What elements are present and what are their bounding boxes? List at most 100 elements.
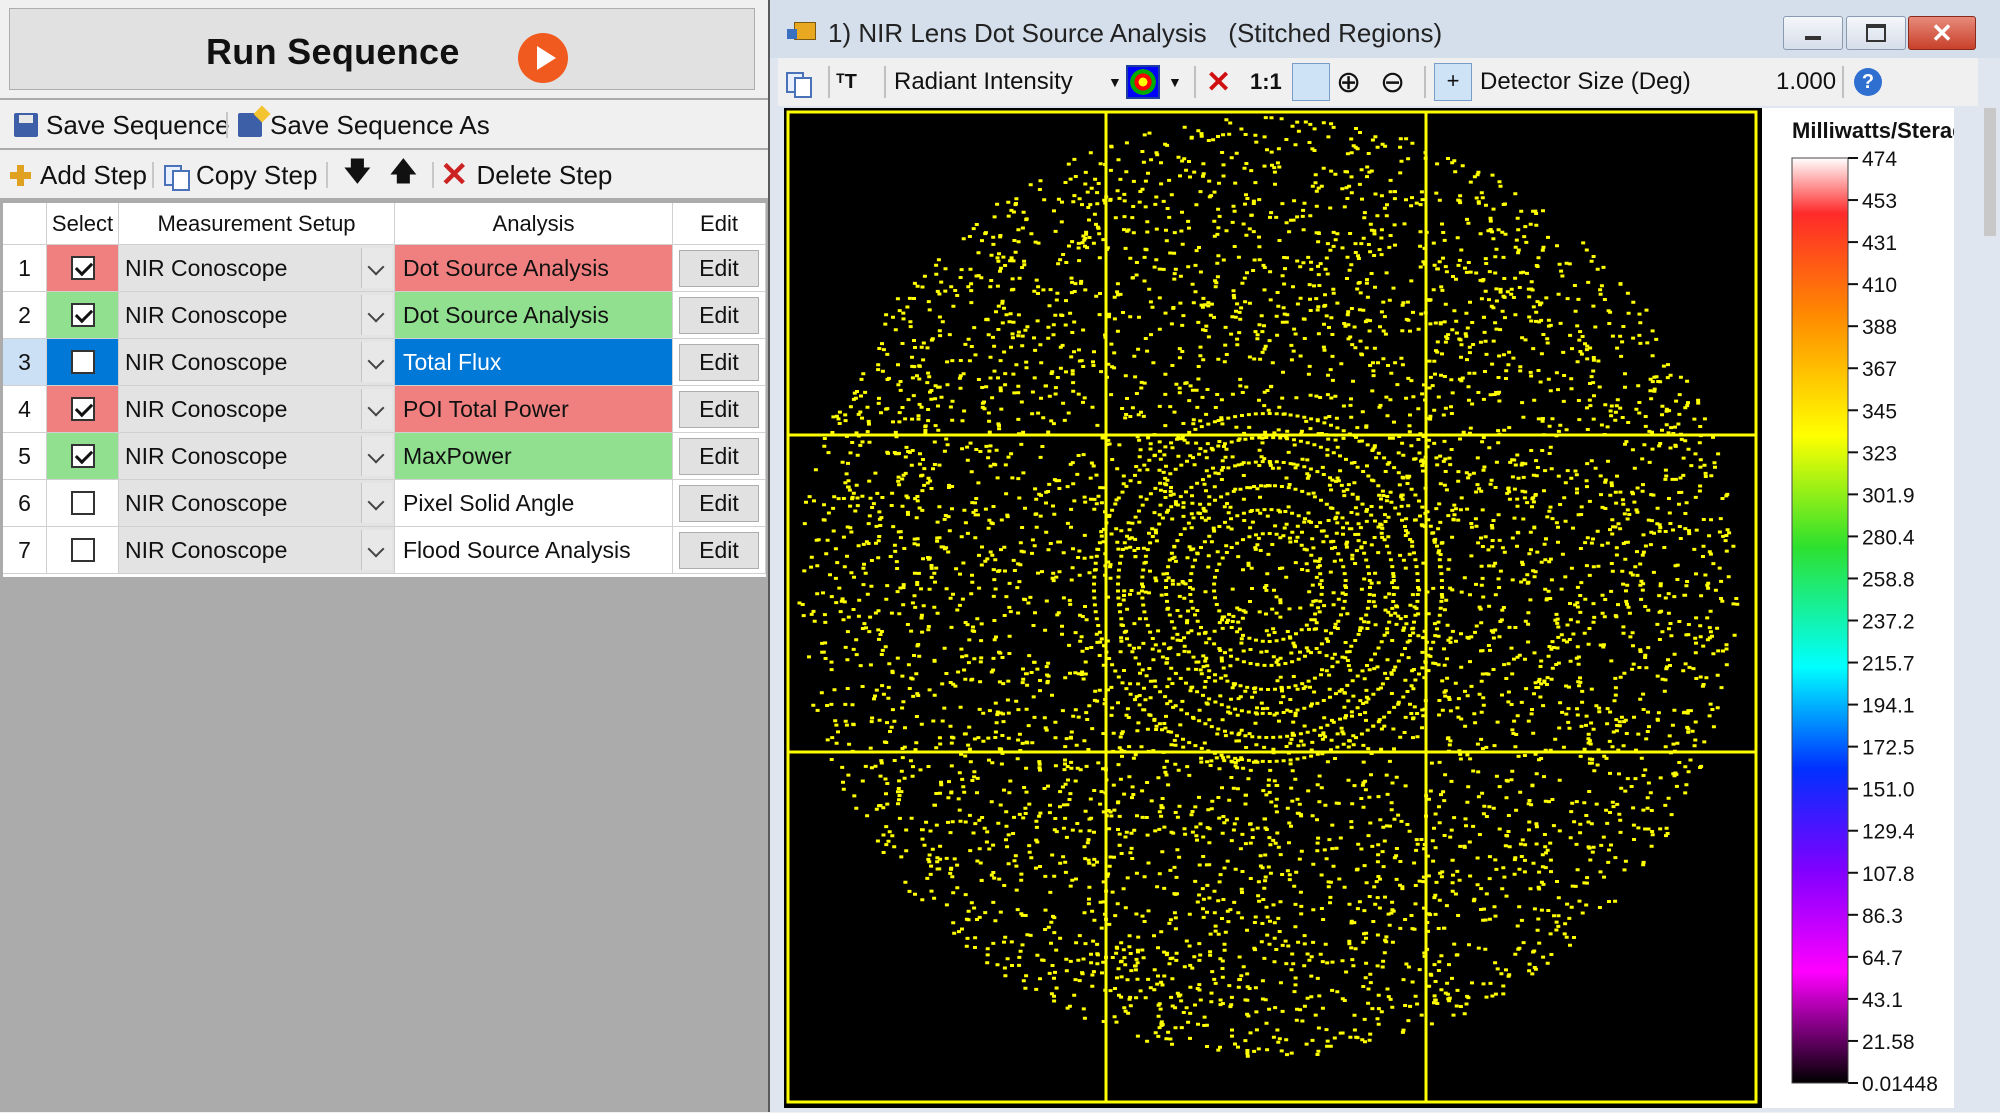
- colorbar-tick-label: 301.9: [1862, 484, 1915, 507]
- chevron-down-icon[interactable]: [361, 248, 392, 288]
- setup-column-header[interactable]: Measurement Setup: [119, 203, 395, 245]
- copy-step-button[interactable]: Copy Step: [164, 160, 317, 191]
- analysis-cell[interactable]: MaxPower: [395, 433, 673, 480]
- zoom-one-to-one-button[interactable]: 1:1: [1250, 64, 1282, 100]
- clear-overlay-button[interactable]: ✕: [1206, 64, 1231, 100]
- analysis-cell[interactable]: Flood Source Analysis: [395, 527, 673, 574]
- save-sequence-as-button[interactable]: Save Sequence As: [238, 110, 490, 140]
- save-sequence-button[interactable]: Save Sequence: [14, 110, 230, 140]
- measurement-setup-combo[interactable]: NIR Conoscope: [119, 386, 395, 433]
- select-cell[interactable]: [47, 433, 119, 480]
- table-row[interactable]: 4 NIR Conoscope POI Total Power Edit: [3, 386, 766, 433]
- annotate-button[interactable]: ᵀT: [836, 64, 857, 100]
- table-row[interactable]: 1 NIR Conoscope Dot Source Analysis Edit: [3, 245, 766, 292]
- detector-size-input[interactable]: 1.000: [1776, 64, 1836, 100]
- edit-button[interactable]: Edit: [679, 249, 759, 287]
- chevron-down-icon[interactable]: [361, 342, 392, 382]
- select-checkbox[interactable]: [70, 444, 95, 468]
- select-cell[interactable]: [47, 386, 119, 433]
- select-checkbox[interactable]: [70, 538, 95, 562]
- select-cell[interactable]: [47, 292, 119, 339]
- analysis-cell[interactable]: Pixel Solid Angle: [395, 480, 673, 527]
- row-number-header: [3, 203, 47, 245]
- chevron-down-icon[interactable]: [361, 530, 392, 570]
- edit-button[interactable]: Edit: [679, 531, 759, 569]
- window-titlebar[interactable]: 1) NIR Lens Dot Source Analysis (Stitche…: [770, 0, 2000, 58]
- analysis-cell[interactable]: Dot Source Analysis: [395, 245, 673, 292]
- run-sequence-button[interactable]: Run Sequence: [9, 8, 755, 90]
- chevron-down-icon[interactable]: [361, 389, 392, 429]
- row-number: 4: [3, 386, 47, 433]
- help-button[interactable]: ?: [1854, 64, 1882, 100]
- select-cell[interactable]: [47, 527, 119, 574]
- select-checkbox[interactable]: [70, 350, 95, 374]
- select-cell[interactable]: [47, 339, 119, 386]
- move-down-button[interactable]: 🡇: [344, 156, 371, 190]
- chevron-down-icon[interactable]: [361, 436, 392, 476]
- fit-image-button[interactable]: [1292, 63, 1330, 101]
- select-column-header[interactable]: Select: [47, 203, 119, 245]
- edit-button[interactable]: Edit: [679, 484, 759, 522]
- chevron-down-icon[interactable]: [361, 295, 392, 335]
- move-up-button[interactable]: 🡅: [390, 156, 417, 190]
- display-mode-value: Radiant Intensity: [894, 68, 1073, 95]
- chevron-down-icon[interactable]: [361, 483, 392, 523]
- analysis-cell[interactable]: POI Total Power: [395, 386, 673, 433]
- row-number: 7: [3, 527, 47, 574]
- crosshair-button[interactable]: +: [1434, 63, 1472, 101]
- table-row[interactable]: 7 NIR Conoscope Flood Source Analysis Edit: [3, 527, 766, 574]
- analysis-column-header[interactable]: Analysis: [395, 203, 673, 245]
- select-checkbox[interactable]: [70, 491, 95, 515]
- select-checkbox[interactable]: [70, 303, 95, 327]
- edit-button[interactable]: Edit: [679, 390, 759, 428]
- edit-column-header[interactable]: Edit: [673, 203, 766, 245]
- display-mode-select[interactable]: Radiant Intensity: [894, 64, 1094, 100]
- measurement-setup-combo[interactable]: NIR Conoscope: [119, 433, 395, 480]
- dot-field: [797, 116, 1740, 1058]
- colorbar: [1791, 157, 1849, 1084]
- measurement-setup-combo[interactable]: NIR Conoscope: [119, 339, 395, 386]
- delete-step-button[interactable]: ✕ Delete Step: [440, 156, 613, 194]
- edit-button[interactable]: Edit: [679, 343, 759, 381]
- colorbar-tick-label: 431: [1862, 232, 1897, 255]
- measurement-setup-combo[interactable]: NIR Conoscope: [119, 527, 395, 574]
- edit-button[interactable]: Edit: [679, 296, 759, 334]
- intensity-image-view[interactable]: Milliwatts/Steradian 474 453 431 410 388 367 34…: [784, 108, 1954, 1108]
- table-row[interactable]: 2 NIR Conoscope Dot Source Analysis Edit: [3, 292, 766, 339]
- sequence-toolbar: Save Sequence Save Sequence As: [0, 100, 768, 148]
- add-step-button[interactable]: Add Step: [8, 160, 147, 190]
- colorbar-tick-label: 280.4: [1862, 526, 1915, 549]
- measurement-setup-combo[interactable]: NIR Conoscope: [119, 292, 395, 339]
- maximize-button[interactable]: [1846, 16, 1906, 50]
- sequence-panel: Run Sequence Save Sequence Save Sequence…: [0, 0, 768, 1112]
- close-button[interactable]: ✕: [1908, 16, 1976, 50]
- vertical-scrollbar[interactable]: [1984, 108, 1996, 236]
- delete-step-label: Delete Step: [476, 159, 613, 190]
- select-cell[interactable]: [47, 480, 119, 527]
- edit-button[interactable]: Edit: [679, 437, 759, 475]
- table-row[interactable]: 6 NIR Conoscope Pixel Solid Angle Edit: [3, 480, 766, 527]
- analysis-cell[interactable]: Total Flux: [395, 339, 673, 386]
- table-row[interactable]: 3 NIR Conoscope Total Flux Edit: [3, 339, 766, 386]
- colorbar-tick-label: 129.4: [1862, 821, 1915, 844]
- zoom-in-button[interactable]: ⊕: [1336, 64, 1361, 100]
- select-cell[interactable]: [47, 245, 119, 292]
- select-checkbox[interactable]: [70, 397, 95, 421]
- color-palette-button[interactable]: [1126, 64, 1160, 100]
- intensity-plot: Milliwatts/Steradian 474 453 431 410 388 367 34…: [786, 108, 1954, 1108]
- select-checkbox[interactable]: [70, 256, 95, 280]
- measurement-setup-combo[interactable]: NIR Conoscope: [119, 245, 395, 292]
- zoom-out-button[interactable]: ⊖: [1380, 64, 1405, 100]
- measurement-setup-combo[interactable]: NIR Conoscope: [119, 480, 395, 527]
- palette-dropdown[interactable]: ▼: [1168, 64, 1182, 100]
- chevron-down-icon[interactable]: ▼: [1108, 64, 1122, 100]
- minimize-button[interactable]: [1783, 16, 1843, 50]
- colorbar-tick-label: 453: [1862, 190, 1897, 213]
- analysis-cell[interactable]: Dot Source Analysis: [395, 292, 673, 339]
- copy-image-button[interactable]: [786, 64, 818, 100]
- table-row[interactable]: 5 NIR Conoscope MaxPower Edit: [3, 433, 766, 480]
- row-number: 6: [3, 480, 47, 527]
- save-sequence-label: Save Sequence: [46, 109, 230, 140]
- delete-icon: ✕: [440, 156, 469, 194]
- copy-icon: [164, 163, 190, 191]
